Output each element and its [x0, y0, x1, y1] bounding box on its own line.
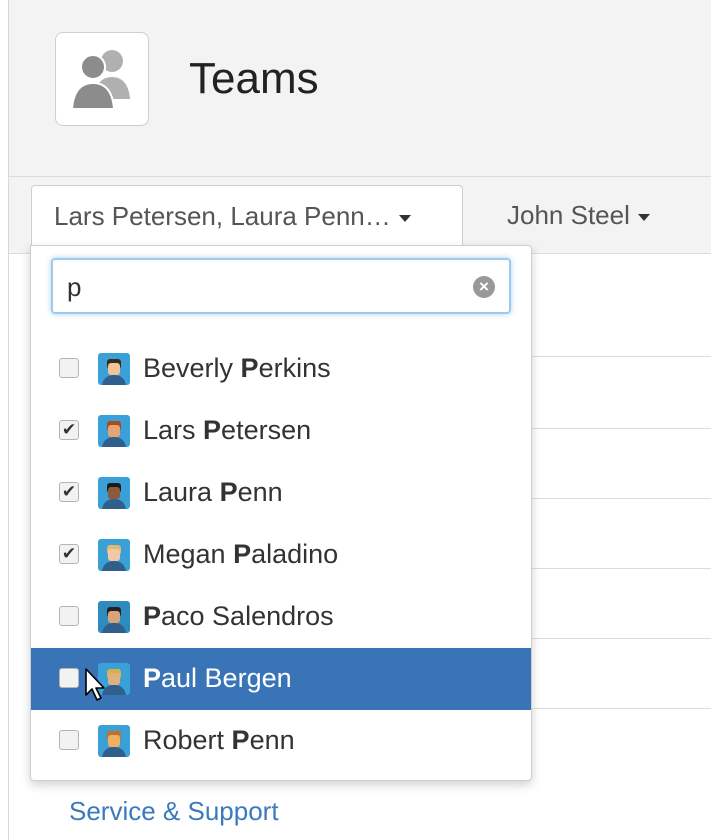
- person-name-part: Robert: [143, 725, 232, 755]
- mouse-cursor-icon: [84, 667, 108, 708]
- person-name: Laura Penn: [143, 477, 283, 508]
- list-item[interactable]: Paco Salendros: [31, 586, 531, 648]
- person-name: Paul Bergen: [143, 663, 292, 694]
- list-item[interactable]: Robert Penn: [31, 710, 531, 772]
- owner-filter-dropdown[interactable]: John Steel: [485, 185, 705, 245]
- row-divider: [532, 638, 711, 639]
- filter-bar: Lars Petersen, Laura Penn… John Steel: [9, 177, 711, 254]
- avatar: [98, 601, 130, 633]
- page-title: Teams: [189, 54, 319, 103]
- person-name: Lars Petersen: [143, 415, 311, 446]
- person-name-part: Megan: [143, 539, 234, 569]
- person-name: Beverly Perkins: [143, 353, 331, 384]
- person-name-part: enn: [249, 725, 295, 755]
- person-name-part: aco Salendros: [161, 601, 334, 631]
- row-divider: [532, 356, 711, 357]
- owner-filter-label: John Steel: [507, 200, 630, 230]
- person-name-part: etersen: [221, 415, 312, 445]
- people-filter-dropdown[interactable]: Lars Petersen, Laura Penn…: [31, 185, 463, 254]
- checkbox[interactable]: [59, 606, 79, 626]
- row-divider: [532, 428, 711, 429]
- checkbox[interactable]: [59, 730, 79, 750]
- checkbox[interactable]: [59, 668, 79, 688]
- person-name: Robert Penn: [143, 725, 295, 756]
- list-item[interactable]: ✔ Laura Penn: [31, 462, 531, 524]
- person-name-match: P: [219, 477, 238, 507]
- person-name-part: Laura: [143, 477, 220, 507]
- checkbox[interactable]: ✔: [59, 420, 79, 440]
- avatar: [98, 725, 130, 757]
- checkbox[interactable]: ✔: [59, 482, 79, 502]
- clear-icon[interactable]: ×: [473, 276, 495, 298]
- person-name: Paco Salendros: [143, 601, 334, 632]
- row-divider: [532, 568, 711, 569]
- people-filter-label: Lars Petersen, Laura Penn…: [54, 201, 391, 231]
- person-name-part: Lars: [143, 415, 204, 445]
- person-name-part: enn: [237, 477, 283, 507]
- chevron-down-icon: [637, 213, 650, 221]
- person-name-match: P: [240, 353, 259, 383]
- checkbox[interactable]: ✔: [59, 544, 79, 564]
- avatar: [98, 477, 130, 509]
- person-name-match: P: [203, 415, 222, 445]
- avatar: [98, 539, 130, 571]
- person-name-match: P: [231, 725, 250, 755]
- person-name-part: Beverly: [143, 353, 241, 383]
- team-icon: [55, 32, 149, 126]
- search-input[interactable]: [65, 268, 469, 306]
- person-name-match: P: [233, 539, 252, 569]
- person-name-match: P: [143, 601, 162, 631]
- list-item[interactable]: Beverly Perkins: [31, 338, 531, 400]
- person-name-part: aladino: [251, 539, 339, 569]
- avatar: [98, 415, 130, 447]
- person-name-part: aul Bergen: [161, 663, 292, 693]
- list-item[interactable]: ✔ Lars Petersen: [31, 400, 531, 462]
- person-name: Megan Paladino: [143, 539, 338, 570]
- avatar: [98, 353, 130, 385]
- row-divider: [532, 498, 711, 499]
- row-divider: [532, 708, 711, 709]
- chevron-down-icon: [398, 214, 411, 222]
- search-field: ×: [51, 258, 511, 314]
- person-name-match: P: [143, 663, 162, 693]
- list-item[interactable]: Paul Bergen: [31, 648, 531, 710]
- service-support-link[interactable]: Service & Support: [69, 796, 279, 827]
- person-name-part: erkins: [258, 353, 331, 383]
- list-item[interactable]: ✔ Megan Paladino: [31, 524, 531, 586]
- people-dropdown-menu: × Beverly Perkins ✔ Lars Petersen ✔ Laura Pe…: [30, 245, 532, 781]
- checkbox[interactable]: [59, 358, 79, 378]
- page-header: Teams: [9, 0, 711, 177]
